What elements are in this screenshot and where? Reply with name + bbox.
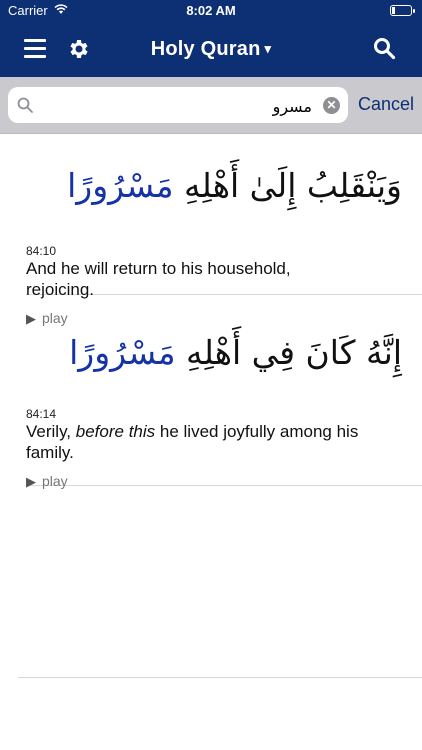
play-label: play: [42, 473, 68, 489]
nav-title-dropdown[interactable]: Holy Quran ▾: [0, 38, 422, 61]
verse-card[interactable]: إِنَّهُ كَانَ فِي أَهْلِهِ مَسْرُورًا 84…: [26, 295, 422, 489]
arabic-verse: إِنَّهُ كَانَ فِي أَهْلِهِ مَسْرُورًا: [26, 295, 422, 391]
battery-icon: [390, 5, 415, 16]
cancel-button[interactable]: Cancel: [358, 94, 414, 115]
list-divider: [18, 677, 422, 678]
search-icon[interactable]: [372, 36, 396, 60]
status-bar: Carrier 8:02 AM: [0, 0, 422, 22]
caret-down-icon: ▾: [264, 41, 272, 56]
arabic-match-highlight: مَسْرُورًا: [67, 166, 174, 205]
arabic-text: وَيَنْقَلِبُ إِلَىٰ أَهْلِهِ: [173, 166, 402, 205]
verse-card[interactable]: وَيَنْقَلِبُ إِلَىٰ أَهْلِهِ مَسْرُورًا …: [26, 134, 422, 326]
search-input[interactable]: [42, 93, 314, 119]
verse-translation: And he will return to his household, rej…: [26, 259, 291, 299]
play-icon: ▶: [26, 474, 36, 489]
nav-title: Holy Quran: [150, 38, 261, 60]
status-time: 8:02 AM: [186, 3, 236, 18]
results-list: وَيَنْقَلِبُ إِلَىٰ أَهْلِهِ مَسْرُورًا …: [0, 134, 422, 489]
search-field[interactable]: ✕: [8, 87, 348, 123]
arabic-text: إِنَّهُ كَانَ فِي أَهْلِهِ: [175, 333, 402, 372]
verse-reference: 84:14: [26, 407, 57, 421]
arabic-match-highlight: مَسْرُورًا: [69, 333, 176, 372]
verse-translation: Verily, before this he lived joyfully am…: [26, 421, 422, 463]
arabic-verse: وَيَنْقَلِبُ إِلَىٰ أَهْلِهِ مَسْرُورًا: [26, 134, 422, 224]
search-field-icon: [17, 97, 33, 113]
play-button[interactable]: ▶ play: [26, 473, 422, 490]
clear-icon[interactable]: ✕: [323, 97, 340, 114]
nav-bar: Holy Quran ▾: [0, 22, 422, 77]
translation-italic: before this: [75, 422, 156, 441]
search-bar: ✕ Cancel: [0, 77, 422, 134]
translation-start: Verily,: [26, 422, 76, 441]
verse-reference: 84:10: [26, 244, 57, 258]
